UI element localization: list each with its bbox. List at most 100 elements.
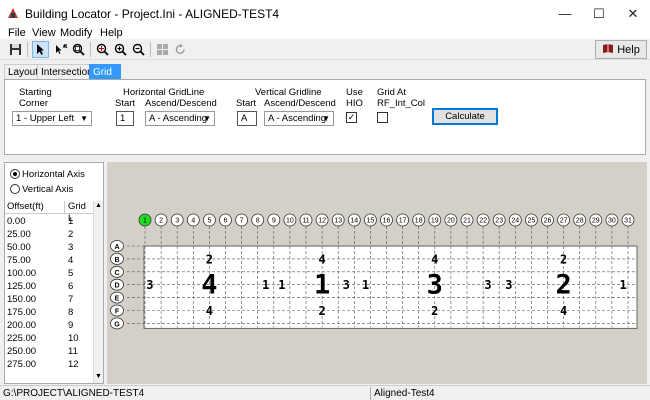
horizontal-gridline-title: Horizontal GridLine: [123, 87, 205, 98]
tab-grid-lines[interactable]: Grid Lines: [89, 64, 121, 93]
table-cell-offset[interactable]: 125.00: [5, 280, 65, 293]
table-cell-offset[interactable]: 175.00: [5, 306, 65, 319]
row-label: B: [114, 257, 119, 264]
grid-number: 1: [314, 270, 330, 301]
starting-corner-select[interactable]: 1 - Upper Left ▼: [12, 111, 92, 126]
status-name: Aligned-Test4: [374, 388, 435, 399]
pointer-icon[interactable]: [32, 41, 49, 58]
grid-number: 1: [620, 278, 627, 292]
table-cell-grid[interactable]: 4: [65, 254, 93, 267]
menu-help[interactable]: Help: [100, 27, 123, 39]
starting-label: Starting: [19, 87, 52, 98]
table-cell-grid[interactable]: 8: [65, 306, 93, 319]
grid-icon[interactable]: [154, 41, 171, 58]
zoom-in-icon[interactable]: [112, 41, 129, 58]
table-cell-offset[interactable]: 100.00: [5, 267, 65, 280]
drawing-canvas[interactable]: A B C D E F G 1 2 3 4 5 6 7 8 9 10 11 12 13 14 15 16 17 18 19 20 21…: [107, 162, 647, 384]
column-label: 4: [191, 218, 195, 225]
table-cell-grid[interactable]: 7: [65, 293, 93, 306]
table-cell-grid[interactable]: 1: [65, 215, 93, 228]
column-label: 6: [224, 218, 228, 225]
axis-table-panel: Horizontal Axis Vertical Axis Offset(ft)…: [4, 162, 104, 384]
scroll-up-icon[interactable]: ▲: [95, 202, 102, 209]
book-icon: [602, 43, 614, 57]
grid-drawing[interactable]: ABCDEFG1 2 3 4 5 6 7 8 9 10 11 12 13 14 15 16 17 18 19 20 21…: [107, 162, 647, 384]
vertical-start-input[interactable]: A: [237, 111, 257, 126]
row-label: D: [114, 283, 119, 290]
use-hio-checkbox[interactable]: ✓: [346, 112, 357, 123]
table-cell-offset[interactable]: 0.00: [5, 215, 65, 228]
grid-number: 3: [427, 270, 443, 301]
column-label: 1: [143, 218, 147, 225]
chevron-down-icon: ▼: [80, 114, 88, 123]
toolbar: [0, 39, 650, 60]
refresh-icon[interactable]: [172, 41, 189, 58]
column-label: 3: [175, 218, 179, 225]
vertical-axis-label: Vertical Axis: [22, 184, 74, 195]
grid-number: 1: [362, 278, 369, 292]
menu-view[interactable]: View: [32, 27, 56, 39]
zoom-extents-icon[interactable]: [94, 41, 111, 58]
horizontal-order-label: Ascend/Descend: [145, 98, 217, 109]
column-label: 10: [286, 218, 294, 225]
column-label: 12: [318, 218, 326, 225]
grid-number: 2: [318, 304, 325, 318]
minimize-button[interactable]: —: [548, 0, 582, 27]
grid-at-checkbox[interactable]: [377, 112, 388, 123]
grid-number: 3: [146, 278, 153, 292]
table-cell-grid[interactable]: 10: [65, 332, 93, 345]
table-cell-offset[interactable]: 200.00: [5, 319, 65, 332]
vertical-start-label: Start: [236, 98, 257, 109]
table-header-grid[interactable]: Grid L: [65, 201, 93, 224]
column-label: 27: [560, 218, 568, 225]
close-button[interactable]: ✕: [616, 0, 650, 27]
table-cell-grid[interactable]: 12: [65, 358, 93, 371]
table-cell-grid[interactable]: 6: [65, 280, 93, 293]
grid-number: 2: [431, 304, 438, 318]
status-path: G:\PROJECT\ALIGNED-TEST4: [3, 388, 145, 399]
table-cell-offset[interactable]: 75.00: [5, 254, 65, 267]
calculate-button[interactable]: Calculate: [432, 108, 498, 125]
app-icon: [7, 7, 19, 19]
table-scrollbar[interactable]: ▲ ▼: [93, 201, 103, 383]
column-label: 8: [256, 218, 260, 225]
table-cell-offset[interactable]: 50.00: [5, 241, 65, 254]
row-label: F: [115, 309, 120, 316]
table-cell-grid[interactable]: 9: [65, 319, 93, 332]
table-cell-grid[interactable]: 3: [65, 241, 93, 254]
scroll-down-icon[interactable]: ▼: [95, 373, 102, 380]
pan-icon[interactable]: [52, 41, 69, 58]
table-cell-offset[interactable]: 150.00: [5, 293, 65, 306]
zoom-out-icon[interactable]: [130, 41, 147, 58]
title-bar: Building Locator - Project.Ini - ALIGNED…: [0, 0, 650, 27]
zoom-window-icon[interactable]: [70, 41, 87, 58]
menu-bar: File View Modify Help: [0, 27, 650, 39]
menu-modify[interactable]: Modify: [60, 27, 92, 39]
horizontal-order-select[interactable]: A - Ascending ▼: [145, 111, 215, 126]
vertical-gridline-title: Vertical Gridline: [255, 87, 322, 98]
vertical-order-label: Ascend/Descend: [264, 98, 336, 109]
menu-file[interactable]: File: [8, 27, 26, 39]
table-cell-grid[interactable]: 11: [65, 345, 93, 358]
column-label: 11: [302, 218, 309, 225]
table-cell-grid[interactable]: 5: [65, 267, 93, 280]
table-cell-offset[interactable]: 25.00: [5, 228, 65, 241]
table-cell-offset[interactable]: 250.00: [5, 345, 65, 358]
column-label: 28: [576, 218, 584, 225]
column-label: 7: [240, 218, 244, 225]
column-label: 25: [528, 218, 536, 225]
column-label: 15: [367, 218, 375, 225]
help-button[interactable]: Help: [595, 40, 647, 59]
column-label: 22: [479, 218, 487, 225]
table-cell-offset[interactable]: 225.00: [5, 332, 65, 345]
vertical-order-select[interactable]: A - Ascending ▼: [264, 111, 334, 126]
table-cell-grid[interactable]: 2: [65, 228, 93, 241]
table-cell-offset[interactable]: 275.00: [5, 358, 65, 371]
table-header-offset[interactable]: Offset(ft): [5, 201, 65, 214]
horizontal-start-input[interactable]: 1: [116, 111, 134, 126]
maximize-button[interactable]: ☐: [582, 0, 616, 27]
column-label: 24: [511, 218, 519, 225]
horizontal-axis-radio[interactable]: [10, 169, 20, 179]
save-icon[interactable]: [7, 41, 24, 58]
vertical-axis-radio[interactable]: [10, 184, 20, 194]
